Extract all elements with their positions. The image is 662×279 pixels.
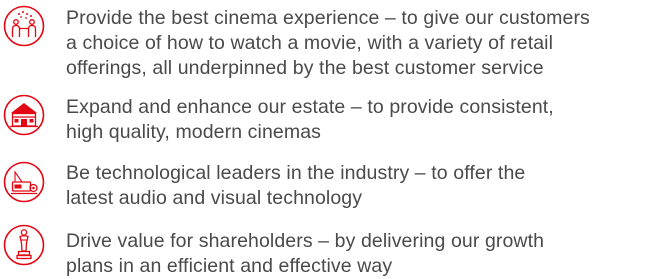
cinema-experience-icon xyxy=(2,4,46,48)
objective-line: Expand and enhance our estate – to provi… xyxy=(66,96,554,118)
objective-line: Drive value for shareholders – by delive… xyxy=(66,230,545,252)
objective-line: Be technological leaders in the industry… xyxy=(66,162,526,184)
objective-line: plans in an efficient and effective way xyxy=(66,255,393,277)
objective-line: a choice of how to watch a movie, with a… xyxy=(66,32,554,54)
objective-line: Provide the best cinema experience – to … xyxy=(66,7,590,29)
award-statuette-icon xyxy=(2,223,46,267)
projector-icon xyxy=(2,160,46,204)
objective-line: high quality, modern cinemas xyxy=(66,121,321,143)
cinema-building-icon xyxy=(2,93,46,137)
objective-text: Be technological leaders in the industry… xyxy=(66,161,660,211)
objective-line: offerings, all underpinned by the best c… xyxy=(66,57,544,79)
objective-line: latest audio and visual technology xyxy=(66,187,363,209)
objective-text: Expand and enhance our estate – to provi… xyxy=(66,95,660,145)
objective-text: Provide the best cinema experience – to … xyxy=(66,6,660,81)
